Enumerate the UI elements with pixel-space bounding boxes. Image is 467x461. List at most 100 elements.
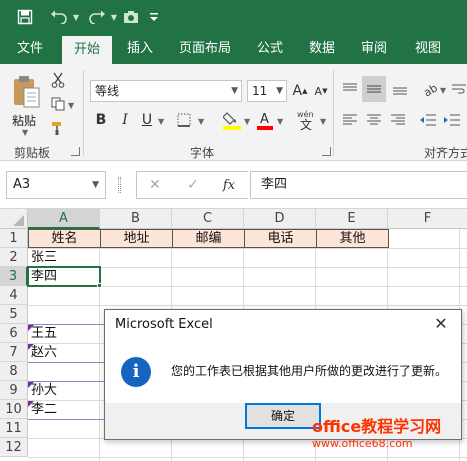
grow-font-icon[interactable]: A ▲ <box>291 81 309 101</box>
paste-button[interactable]: 粘贴 <box>12 112 36 129</box>
chevron-down-icon[interactable]: ▼ <box>276 81 283 101</box>
info-icon: i <box>121 357 151 387</box>
close-icon[interactable]: ✕ <box>431 314 451 334</box>
italic-button[interactable]: I <box>116 110 134 130</box>
tab-file[interactable]: 文件 <box>6 34 54 64</box>
change-border <box>28 381 104 382</box>
enter-icon[interactable]: ✓ <box>182 175 204 195</box>
fill-color-dropdown-icon[interactable]: ▼ <box>244 117 250 126</box>
phonetic-icon[interactable]: wén 文 <box>296 108 318 132</box>
paste-icon[interactable] <box>8 72 44 112</box>
undo-dropdown-icon[interactable]: ▼ <box>71 6 81 28</box>
phonetic-dropdown-icon[interactable]: ▼ <box>320 117 326 126</box>
header-cell[interactable]: 邮编 <box>172 229 245 248</box>
gridline <box>28 305 467 306</box>
active-cell-selection <box>27 266 101 287</box>
cell-a9[interactable]: 孙大 <box>28 381 100 400</box>
tab-review[interactable]: 审阅 <box>352 34 396 64</box>
column-header-e[interactable]: E <box>316 209 388 229</box>
alignment-group-label: 对齐方式 <box>424 146 467 160</box>
customize-icon[interactable] <box>146 6 162 28</box>
wrap-text-icon[interactable] <box>450 78 467 100</box>
row-header[interactable]: 8 <box>0 362 28 381</box>
tab-page-layout[interactable]: 页面布局 <box>170 34 240 64</box>
cell-a2[interactable]: 张三 <box>28 248 100 267</box>
copy-dropdown-icon[interactable]: ▼ <box>68 101 74 110</box>
row-header[interactable]: 1 <box>0 229 28 248</box>
row-header[interactable]: 10 <box>0 400 28 419</box>
redo-icon[interactable] <box>86 6 108 28</box>
row-header[interactable]: 4 <box>0 286 28 305</box>
underline-button[interactable]: U <box>138 110 156 130</box>
gridline <box>28 457 467 458</box>
row-header[interactable]: 11 <box>0 419 28 438</box>
shrink-font-icon[interactable]: A ▼ <box>312 81 330 101</box>
name-box[interactable]: A3 ▼ <box>6 171 106 199</box>
ok-button[interactable]: 确定 <box>245 403 321 429</box>
chevron-down-icon[interactable]: ▼ <box>231 81 238 101</box>
column-header-a[interactable]: A <box>28 209 100 229</box>
font-size-value: 11 <box>252 84 268 98</box>
cell-a6[interactable]: 王五 <box>28 324 100 343</box>
copy-icon[interactable] <box>48 94 68 114</box>
font-launcher-icon[interactable] <box>322 147 331 156</box>
font-color-dropdown-icon[interactable]: ▼ <box>277 117 283 126</box>
camera-icon[interactable] <box>120 6 142 28</box>
align-middle-icon[interactable] <box>362 76 386 102</box>
row-header[interactable]: 5 <box>0 305 28 324</box>
row-header[interactable]: 2 <box>0 248 28 267</box>
column-header-d[interactable]: D <box>244 209 316 229</box>
align-center-icon[interactable] <box>364 110 384 130</box>
insert-function-icon[interactable]: fx <box>218 175 240 195</box>
font-name-combo[interactable]: 等线 ▼ <box>90 80 242 102</box>
column-header-c[interactable]: C <box>172 209 244 229</box>
cell-a10[interactable]: 李二 <box>28 400 100 419</box>
tab-data[interactable]: 数据 <box>300 34 344 64</box>
format-painter-icon[interactable] <box>48 118 68 138</box>
header-cell[interactable]: 姓名 <box>28 229 101 248</box>
paste-dropdown-icon[interactable]: ▼ <box>22 128 28 137</box>
row-header[interactable]: 3 <box>0 267 28 286</box>
row-header[interactable]: 7 <box>0 343 28 362</box>
align-left-icon[interactable] <box>340 110 360 130</box>
tab-insert[interactable]: 插入 <box>118 34 162 64</box>
chevron-down-icon[interactable]: ▼ <box>92 172 99 198</box>
tab-formulas[interactable]: 公式 <box>248 34 292 64</box>
decrease-indent-icon[interactable] <box>418 110 438 130</box>
row-header[interactable]: 9 <box>0 381 28 400</box>
undo-icon[interactable] <box>48 6 70 28</box>
border-dropdown-icon[interactable]: ▼ <box>198 117 204 126</box>
save-icon[interactable] <box>14 6 36 28</box>
font-color-icon[interactable]: A <box>256 108 274 132</box>
header-cell[interactable]: 电话 <box>244 229 317 248</box>
fill-color-icon[interactable] <box>222 108 242 132</box>
column-header-f[interactable]: F <box>388 209 467 229</box>
row-header[interactable]: 12 <box>0 438 28 457</box>
resize-handle-icon[interactable] <box>118 177 121 193</box>
cut-icon[interactable] <box>48 70 68 90</box>
change-border <box>28 419 104 420</box>
tab-view[interactable]: 视图 <box>406 34 450 64</box>
align-top-icon[interactable] <box>340 78 360 100</box>
formula-input[interactable]: 李四 <box>250 171 467 199</box>
redo-dropdown-icon[interactable]: ▼ <box>109 6 119 28</box>
bold-button[interactable]: B <box>92 110 110 130</box>
align-right-icon[interactable] <box>388 110 408 130</box>
orientation-icon[interactable]: ab <box>420 78 440 100</box>
align-bottom-icon[interactable] <box>390 78 410 100</box>
cancel-icon[interactable]: ✕ <box>144 175 166 195</box>
row-header[interactable]: 6 <box>0 324 28 343</box>
fill-handle[interactable] <box>97 283 102 288</box>
font-size-combo[interactable]: 11 ▼ <box>247 80 287 102</box>
select-all-corner[interactable] <box>0 209 28 229</box>
header-cell[interactable]: 地址 <box>100 229 173 248</box>
tab-home[interactable]: 开始 <box>62 36 112 66</box>
underline-dropdown-icon[interactable]: ▼ <box>158 117 164 126</box>
cell-a7[interactable]: 赵六 <box>28 343 100 362</box>
orientation-dropdown-icon[interactable]: ▼ <box>440 86 446 95</box>
increase-indent-icon[interactable] <box>442 110 462 130</box>
border-icon[interactable] <box>174 110 194 130</box>
column-header-b[interactable]: B <box>100 209 172 229</box>
header-cell[interactable]: 其他 <box>316 229 389 248</box>
clipboard-launcher-icon[interactable] <box>71 147 80 156</box>
